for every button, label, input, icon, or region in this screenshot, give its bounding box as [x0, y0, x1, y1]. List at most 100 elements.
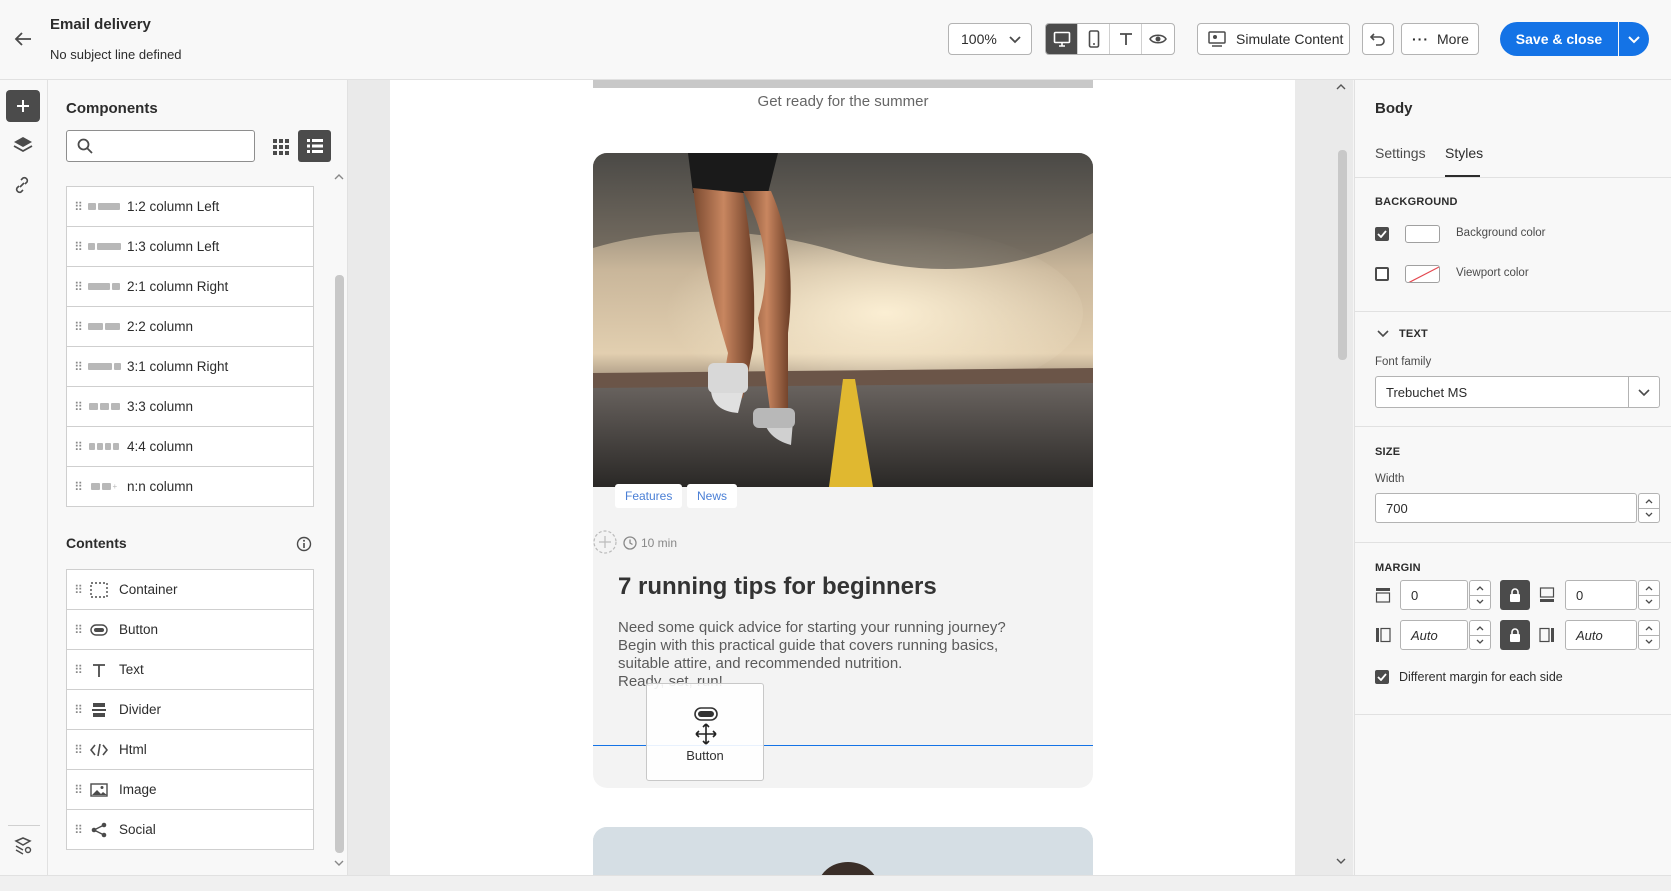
margin-right-stepper[interactable] — [1638, 620, 1660, 650]
content-image[interactable]: ⠿ Image — [66, 770, 314, 810]
margin-bottom-stepper[interactable] — [1638, 580, 1660, 610]
column-layout-icon — [87, 243, 121, 250]
content-social[interactable]: ⠿ Social — [66, 810, 314, 850]
scroll-down-icon[interactable] — [334, 858, 344, 870]
text-view-icon[interactable] — [1110, 24, 1142, 54]
font-family-value: Trebuchet MS — [1386, 384, 1468, 400]
column-layout-icon — [88, 203, 120, 210]
decrement-icon[interactable] — [1638, 634, 1660, 650]
structure-1-2-column-left[interactable]: ⠿ 1:2 column Left — [66, 187, 314, 227]
structure-2-2-column[interactable]: ⠿ 2:2 column — [66, 307, 314, 347]
save-close-button[interactable]: Save & close — [1500, 22, 1618, 56]
viewport-color-swatch[interactable] — [1405, 265, 1440, 283]
zoom-select[interactable]: 100% — [948, 23, 1032, 55]
increment-icon[interactable] — [1469, 580, 1491, 595]
section-top-bar — [593, 80, 1093, 88]
structure-label: 1:2 column Left — [127, 199, 220, 214]
structure-2-1-column-right[interactable]: ⠿ 2:1 column Right — [66, 267, 314, 307]
structure-n-n-column[interactable]: ⠿ + n:n column — [66, 467, 314, 507]
back-arrow-icon[interactable] — [12, 28, 34, 50]
chevron-down-icon[interactable] — [1377, 328, 1389, 338]
simulate-label: Simulate Content — [1236, 31, 1344, 47]
simulate-content-button[interactable]: Simulate Content — [1197, 23, 1350, 55]
mobile-view-icon[interactable] — [1078, 24, 1110, 54]
margin-left-stepper[interactable] — [1469, 620, 1491, 650]
add-block-icon[interactable] — [593, 530, 617, 554]
tagline-text[interactable]: Get ready for the summer — [593, 93, 1093, 110]
layers-icon[interactable] — [13, 136, 33, 154]
scroll-up-icon[interactable] — [334, 172, 344, 184]
grid-view-icon[interactable] — [268, 134, 294, 160]
content-container[interactable]: ⠿ Container — [66, 570, 314, 610]
desktop-view-icon[interactable] — [1046, 24, 1078, 54]
background-color-swatch[interactable] — [1405, 225, 1440, 243]
save-options-button[interactable] — [1619, 22, 1649, 56]
different-margin-checkbox[interactable] — [1375, 670, 1389, 684]
width-input[interactable]: 700 — [1375, 493, 1637, 523]
tag-news[interactable]: News — [687, 484, 738, 508]
font-family-select[interactable]: Trebuchet MS — [1375, 376, 1660, 408]
decrement-icon[interactable] — [1638, 507, 1660, 523]
list-view-icon[interactable] — [298, 130, 331, 162]
next-article-card[interactable] — [593, 827, 1093, 875]
content-button[interactable]: ⠿ Button — [66, 610, 314, 650]
width-stepper[interactable] — [1638, 493, 1660, 523]
decrement-icon[interactable] — [1638, 594, 1660, 610]
content-text[interactable]: ⠿ Text — [66, 650, 314, 690]
decrement-icon[interactable] — [1469, 594, 1491, 610]
text-section-title: TEXT — [1399, 328, 1428, 340]
structure-label: 1:3 column Left — [127, 239, 220, 254]
structure-3-3-column[interactable]: ⠿ 3:3 column — [66, 387, 314, 427]
components-panel: Components ⠿ 1:2 column Left ⠿ 1:3 colum… — [48, 80, 348, 875]
structure-3-1-column-right[interactable]: ⠿ 3:1 column Right — [66, 347, 314, 387]
components-scrollbar[interactable] — [335, 275, 344, 853]
more-button[interactable]: ··· More — [1401, 23, 1479, 55]
search-box[interactable] — [66, 130, 255, 162]
margin-left-input[interactable]: Auto — [1400, 620, 1468, 650]
tab-settings[interactable]: Settings — [1375, 145, 1426, 161]
tab-styles[interactable]: Styles — [1445, 145, 1483, 161]
structure-4-4-column[interactable]: ⠿ 4:4 column — [66, 427, 314, 467]
content-html[interactable]: ⠿ Html — [66, 730, 314, 770]
preview-eye-icon[interactable] — [1142, 24, 1174, 54]
increment-icon[interactable] — [1638, 580, 1660, 595]
contents-title: Contents — [66, 535, 127, 551]
page-subtitle: No subject line defined — [50, 47, 182, 62]
runner-hero-image[interactable] — [593, 153, 1093, 487]
margin-right-input[interactable]: Auto — [1565, 620, 1637, 650]
info-icon[interactable] — [296, 536, 312, 552]
drag-handle-icon: ⠿ — [74, 239, 83, 254]
lock-vertical-margin-icon[interactable] — [1500, 580, 1530, 610]
layers-settings-icon[interactable] — [14, 837, 32, 855]
link-icon[interactable] — [13, 176, 31, 194]
increment-icon[interactable] — [1638, 493, 1660, 508]
scroll-up-icon[interactable] — [1336, 82, 1348, 94]
margin-top-stepper[interactable] — [1469, 580, 1491, 610]
tag-features[interactable]: Features — [615, 484, 683, 508]
left-rail — [0, 80, 48, 875]
canvas-scrollbar[interactable] — [1338, 150, 1347, 360]
email-canvas[interactable]: Get ready for the summer Features News 1… — [348, 80, 1353, 875]
lock-horizontal-margin-icon[interactable] — [1500, 620, 1530, 650]
margin-top-input[interactable]: 0 — [1400, 580, 1468, 610]
rail-divider — [8, 825, 40, 826]
search-input[interactable] — [101, 135, 251, 157]
undo-button[interactable] — [1362, 23, 1394, 55]
article-body[interactable]: Need some quick advice for starting your… — [618, 619, 1058, 691]
viewport-color-checkbox[interactable] — [1375, 267, 1389, 281]
background-color-checkbox[interactable] — [1375, 227, 1389, 241]
scroll-down-icon[interactable] — [1336, 856, 1348, 868]
structure-1-3-column-left[interactable]: ⠿ 1:3 column Left — [66, 227, 314, 267]
content-divider[interactable]: ⠿ Divider — [66, 690, 314, 730]
more-label: More — [1437, 31, 1469, 47]
column-layout-icon: + — [89, 483, 119, 491]
article-title[interactable]: 7 running tips for beginners — [618, 573, 937, 601]
add-components-icon[interactable] — [6, 90, 40, 122]
structure-label: 4:4 column — [127, 439, 194, 454]
drag-handle-icon: ⠿ — [74, 782, 83, 797]
increment-icon[interactable] — [1638, 620, 1660, 635]
email-body[interactable]: Get ready for the summer Features News 1… — [390, 80, 1295, 875]
increment-icon[interactable] — [1469, 620, 1491, 635]
decrement-icon[interactable] — [1469, 634, 1491, 650]
margin-bottom-input[interactable]: 0 — [1565, 580, 1637, 610]
